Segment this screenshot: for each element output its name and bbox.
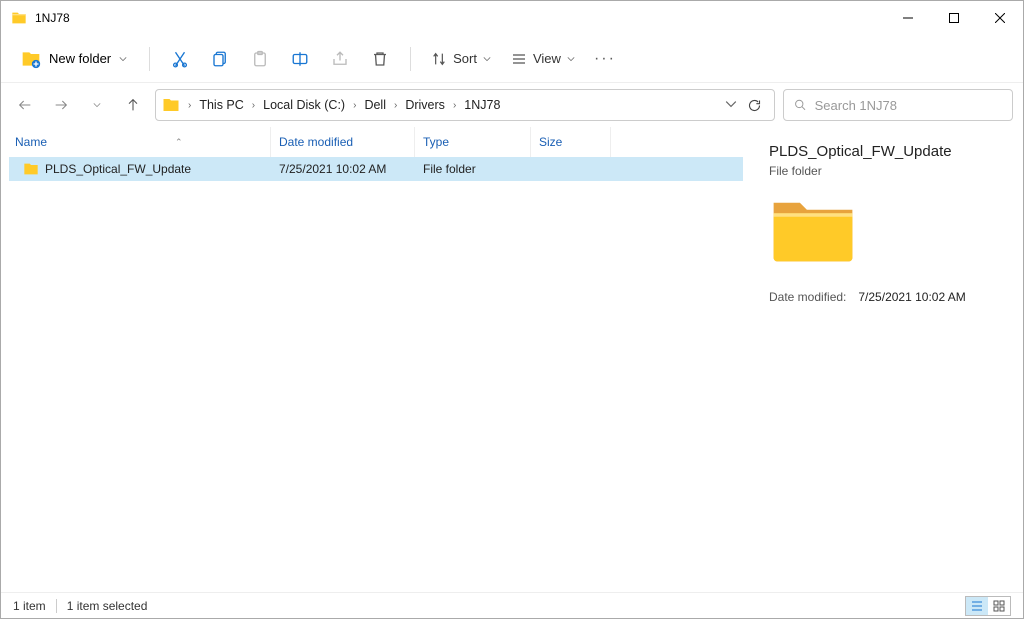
back-button[interactable]	[11, 91, 39, 119]
search-box[interactable]	[783, 89, 1013, 121]
status-selection: 1 item selected	[67, 599, 148, 613]
new-folder-label: New folder	[49, 51, 111, 66]
chevron-right-icon[interactable]: ›	[451, 100, 458, 111]
sort-label: Sort	[453, 51, 477, 66]
title-bar: 1NJ78	[1, 1, 1023, 35]
cut-button[interactable]	[162, 41, 198, 77]
breadcrumb-item[interactable]: Local Disk (C:)	[259, 94, 349, 116]
thumbnails-view-button[interactable]	[988, 597, 1010, 615]
toolbar: New folder Sort View ···	[1, 35, 1023, 83]
sort-button[interactable]: Sort	[423, 51, 499, 67]
sort-icon	[431, 51, 447, 67]
file-row[interactable]: PLDS_Optical_FW_Update 7/25/2021 10:02 A…	[9, 157, 743, 181]
view-button[interactable]: View	[503, 51, 583, 67]
divider	[149, 47, 150, 71]
folder-large-icon	[769, 194, 857, 264]
rename-button[interactable]	[282, 41, 318, 77]
chevron-right-icon[interactable]: ›	[250, 100, 257, 111]
folder-icon	[162, 96, 180, 114]
new-folder-button[interactable]: New folder	[11, 43, 137, 75]
file-pane: Name⌃ Date modified Type Size PLDS_Optic…	[1, 127, 751, 592]
chevron-down-icon	[567, 55, 575, 63]
sort-ascending-icon: ⌃	[175, 137, 183, 148]
content-area: Name⌃ Date modified Type Size PLDS_Optic…	[1, 127, 1023, 592]
column-name[interactable]: Name⌃	[15, 127, 271, 157]
forward-button[interactable]	[47, 91, 75, 119]
column-size[interactable]: Size	[531, 127, 611, 157]
copy-button[interactable]	[202, 41, 238, 77]
column-headers: Name⌃ Date modified Type Size	[1, 127, 751, 157]
minimize-button[interactable]	[885, 1, 931, 35]
chevron-right-icon[interactable]: ›	[186, 100, 193, 111]
window-title: 1NJ78	[35, 11, 885, 25]
column-date-modified[interactable]: Date modified	[271, 127, 415, 157]
view-icon	[511, 51, 527, 67]
chevron-right-icon[interactable]: ›	[392, 100, 399, 111]
more-button[interactable]: ···	[587, 41, 623, 77]
close-button[interactable]	[977, 1, 1023, 35]
folder-icon	[23, 161, 39, 177]
delete-button[interactable]	[362, 41, 398, 77]
view-toggle	[965, 596, 1011, 616]
column-type[interactable]: Type	[415, 127, 531, 157]
paste-button[interactable]	[242, 41, 278, 77]
breadcrumb-item[interactable]: This PC	[195, 94, 247, 116]
up-button[interactable]	[119, 91, 147, 119]
details-pane: PLDS_Optical_FW_Update File folder Date …	[751, 127, 1023, 592]
modified-label: Date modified:	[769, 290, 846, 304]
divider	[410, 47, 411, 71]
details-modified: Date modified: 7/25/2021 10:02 AM	[769, 290, 1005, 304]
file-type: File folder	[415, 162, 531, 176]
recent-dropdown[interactable]	[83, 91, 111, 119]
details-view-button[interactable]	[966, 597, 988, 615]
search-icon	[794, 98, 807, 112]
chevron-down-icon	[119, 55, 127, 63]
details-title: PLDS_Optical_FW_Update	[769, 143, 1005, 160]
folder-icon	[11, 10, 27, 26]
chevron-down-icon	[483, 55, 491, 63]
chevron-down-icon[interactable]	[725, 98, 737, 110]
status-item-count: 1 item	[13, 599, 46, 613]
divider	[56, 599, 57, 613]
modified-value: 7/25/2021 10:02 AM	[858, 290, 965, 304]
breadcrumb-item[interactable]: 1NJ78	[460, 94, 504, 116]
chevron-right-icon[interactable]: ›	[351, 100, 358, 111]
details-subtitle: File folder	[769, 164, 1005, 178]
file-name: PLDS_Optical_FW_Update	[45, 162, 191, 176]
breadcrumb-item[interactable]: Drivers	[401, 94, 449, 116]
maximize-button[interactable]	[931, 1, 977, 35]
breadcrumb-item[interactable]: Dell	[360, 94, 390, 116]
status-bar: 1 item 1 item selected	[1, 592, 1023, 618]
share-button[interactable]	[322, 41, 358, 77]
new-folder-icon	[21, 49, 41, 69]
address-bar[interactable]: › This PC › Local Disk (C:) › Dell › Dri…	[155, 89, 775, 121]
nav-row: › This PC › Local Disk (C:) › Dell › Dri…	[1, 83, 1023, 127]
search-input[interactable]	[815, 98, 1002, 113]
file-date: 7/25/2021 10:02 AM	[271, 162, 415, 176]
view-label: View	[533, 51, 561, 66]
refresh-icon[interactable]	[747, 98, 762, 113]
